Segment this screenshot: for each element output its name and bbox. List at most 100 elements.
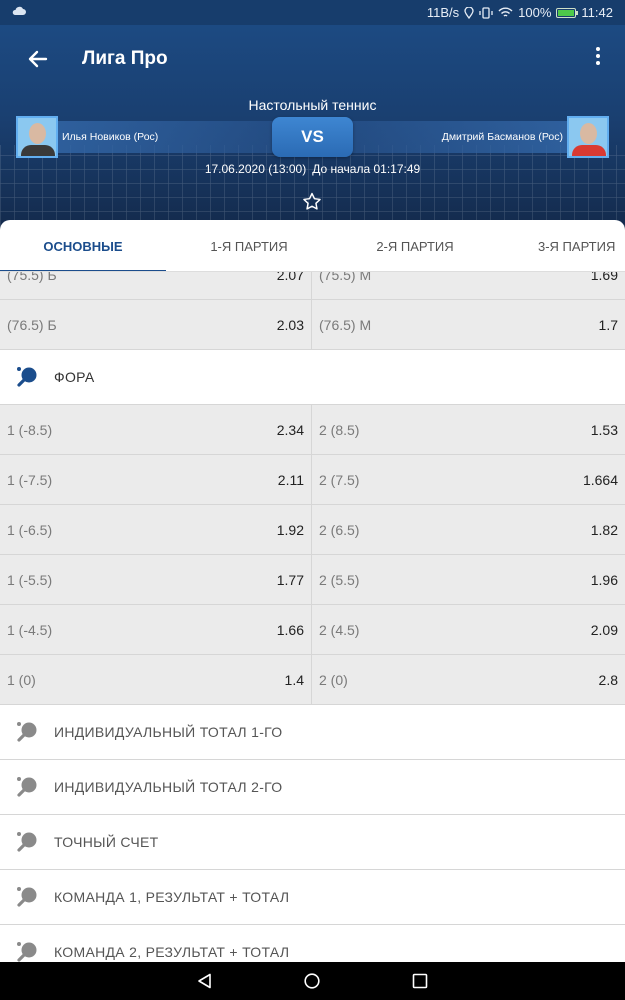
section-exact-score[interactable]: ТОЧНЫЙ СЧЕТ: [0, 815, 625, 870]
odds-label: (76.5) Б: [7, 317, 57, 333]
odds-label: (75.5) Б: [7, 272, 57, 283]
odds-cell-right[interactable]: (76.5) М 1.7: [312, 300, 625, 350]
odds-value: 2.03: [276, 317, 304, 333]
odds-value: 2.07: [276, 272, 304, 283]
odds-value: 1.77: [276, 572, 304, 588]
section-title: ТОЧНЫЙ СЧЕТ: [54, 834, 159, 850]
odds-cell-right[interactable]: 2 (6.5) 1.82: [312, 505, 625, 555]
section-individual-total-1[interactable]: ИНДИВИДУАЛЬНЫЙ ТОТАЛ 1-ГО: [0, 705, 625, 760]
odds-cell-left[interactable]: 1 (0) 1.4: [0, 655, 312, 705]
odds-label: 1 (0): [7, 672, 36, 688]
odds-label: 2 (7.5): [319, 472, 360, 488]
nav-back-icon[interactable]: [197, 973, 213, 989]
odds-row: 1 (-8.5) 2.34 2 (8.5) 1.53: [0, 405, 625, 455]
odds-value: 2.8: [598, 672, 618, 688]
match-header: Лига Про Настольный теннис Илья Новиков …: [0, 25, 625, 235]
location-icon: [464, 6, 474, 19]
odds-cell-left[interactable]: 1 (-7.5) 2.11: [0, 455, 312, 505]
odds-cell-right[interactable]: 2 (5.5) 1.96: [312, 555, 625, 605]
odds-label: (75.5) М: [319, 272, 372, 283]
odds-cell-left[interactable]: (76.5) Б 2.03: [0, 300, 312, 350]
odds-cell-right[interactable]: 2 (0) 2.8: [312, 655, 625, 705]
odds-label: 1 (-7.5): [7, 472, 53, 488]
nav-recents-icon[interactable]: [412, 973, 428, 989]
odds-cell-right[interactable]: 2 (8.5) 1.53: [312, 405, 625, 455]
odds-cell-left[interactable]: (75.5) Б 2.07: [0, 272, 312, 300]
odds-label: 2 (8.5): [319, 422, 360, 438]
vibrate-icon: [479, 6, 493, 19]
section-team2-result-total[interactable]: КОМАНДА 2, РЕЗУЛЬТАТ + ТОТАЛ: [0, 925, 625, 962]
battery-percent: 100%: [518, 5, 552, 20]
odds-cell-right[interactable]: 2 (7.5) 1.664: [312, 455, 625, 505]
odds-cell-left[interactable]: 1 (-5.5) 1.77: [0, 555, 312, 605]
section-title: ИНДИВИДУАЛЬНЫЙ ТОТАЛ 2-ГО: [54, 779, 283, 795]
page-title: Лига Про: [82, 48, 168, 69]
markets-list: (75.5) Б 2.07 (75.5) М 1.69 (76.5) Б 2.03 (…: [0, 272, 625, 962]
countdown: До начала 01:17:49: [312, 162, 421, 176]
status-bar: 11B/s 100% 11:42: [0, 0, 625, 25]
section-title: ИНДИВИДУАЛЬНЫЙ ТОТАЛ 1-ГО: [54, 724, 283, 740]
odds-value: 1.664: [582, 472, 618, 488]
odds-value: 1.7: [598, 317, 618, 333]
odds-cell-right[interactable]: (75.5) М 1.69: [312, 272, 625, 300]
odds-value: 2.09: [590, 622, 618, 638]
tab-set-1[interactable]: 1-Я ПАРТИЯ: [166, 220, 332, 271]
odds-row: 1 (-7.5) 2.11 2 (7.5) 1.664: [0, 455, 625, 505]
tabs-bar: ОСНОВНЫЕ 1-Я ПАРТИЯ 2-Я ПАРТИЯ 3-Я ПАРТИ…: [0, 220, 625, 272]
ping-pong-paddle-icon: [17, 777, 37, 797]
section-title: КОМАНДА 1, РЕЗУЛЬТАТ + ТОТАЛ: [54, 889, 290, 905]
ping-pong-paddle-icon: [17, 887, 37, 907]
odds-row: 1 (-6.5) 1.92 2 (6.5) 1.82: [0, 505, 625, 555]
odds-value: 2.34: [276, 422, 304, 438]
ping-pong-paddle-icon: [17, 942, 37, 962]
odds-cell-right[interactable]: 2 (4.5) 2.09: [312, 605, 625, 655]
tab-set-2[interactable]: 2-Я ПАРТИЯ: [332, 220, 498, 271]
nav-home-icon[interactable]: [304, 973, 320, 989]
odds-label: 2 (6.5): [319, 522, 360, 538]
odds-value: 1.66: [276, 622, 304, 638]
odds-label: 1 (-5.5): [7, 572, 53, 588]
odds-row: (75.5) Б 2.07 (75.5) М 1.69: [0, 272, 625, 300]
ping-pong-paddle-icon: [17, 367, 37, 387]
odds-value: 1.96: [590, 572, 618, 588]
odds-label: 1 (-6.5): [7, 522, 53, 538]
match-time: 17.06.2020 (13:00) До начала 01:17:49: [0, 162, 625, 176]
odds-label: 2 (0): [319, 672, 348, 688]
sport-name: Настольный теннис: [248, 97, 377, 113]
odds-value: 1.92: [276, 522, 304, 538]
odds-label: 1 (-4.5): [7, 622, 53, 638]
odds-cell-left[interactable]: 1 (-8.5) 2.34: [0, 405, 312, 455]
player1-avatar: [16, 116, 58, 158]
odds-value: 2.11: [277, 472, 304, 488]
odds-label: 1 (-8.5): [7, 422, 53, 438]
arrow-back-icon[interactable]: [20, 45, 56, 73]
odds-row: 1 (-4.5) 1.66 2 (4.5) 2.09: [0, 605, 625, 655]
odds-value: 1.82: [590, 522, 618, 538]
player2-avatar: [567, 116, 609, 158]
tab-main[interactable]: ОСНОВНЫЕ: [0, 220, 166, 271]
section-fora[interactable]: ФОРА: [0, 350, 625, 405]
ping-pong-paddle-icon: [17, 722, 37, 742]
odds-label: (76.5) М: [319, 317, 372, 333]
ping-pong-paddle-icon: [17, 832, 37, 852]
player1-name: Илья Новиков (Рос): [62, 131, 159, 143]
more-vert-icon[interactable]: [593, 47, 603, 69]
section-team1-result-total[interactable]: КОМАНДА 1, РЕЗУЛЬТАТ + ТОТАЛ: [0, 870, 625, 925]
star-outline-icon[interactable]: [301, 191, 323, 213]
match-date: 17.06.2020 (13:00): [204, 162, 307, 176]
odds-label: 2 (5.5): [319, 572, 360, 588]
section-title: КОМАНДА 2, РЕЗУЛЬТАТ + ТОТАЛ: [54, 944, 290, 960]
odds-value: 1.4: [284, 672, 304, 688]
odds-row: 1 (-5.5) 1.77 2 (5.5) 1.96: [0, 555, 625, 605]
vs-badge: VS: [272, 117, 353, 157]
odds-value: 1.69: [590, 272, 618, 283]
odds-row: (76.5) Б 2.03 (76.5) М 1.7: [0, 300, 625, 350]
odds-cell-left[interactable]: 1 (-6.5) 1.92: [0, 505, 312, 555]
section-individual-total-2[interactable]: ИНДИВИДУАЛЬНЫЙ ТОТАЛ 2-ГО: [0, 760, 625, 815]
odds-value: 1.53: [590, 422, 618, 438]
tab-set-3[interactable]: 3-Я ПАРТИЯ: [498, 220, 625, 271]
odds-cell-left[interactable]: 1 (-4.5) 1.66: [0, 605, 312, 655]
odds-row: 1 (0) 1.4 2 (0) 2.8: [0, 655, 625, 705]
clock: 11:42: [581, 5, 613, 20]
odds-label: 2 (4.5): [319, 622, 360, 638]
